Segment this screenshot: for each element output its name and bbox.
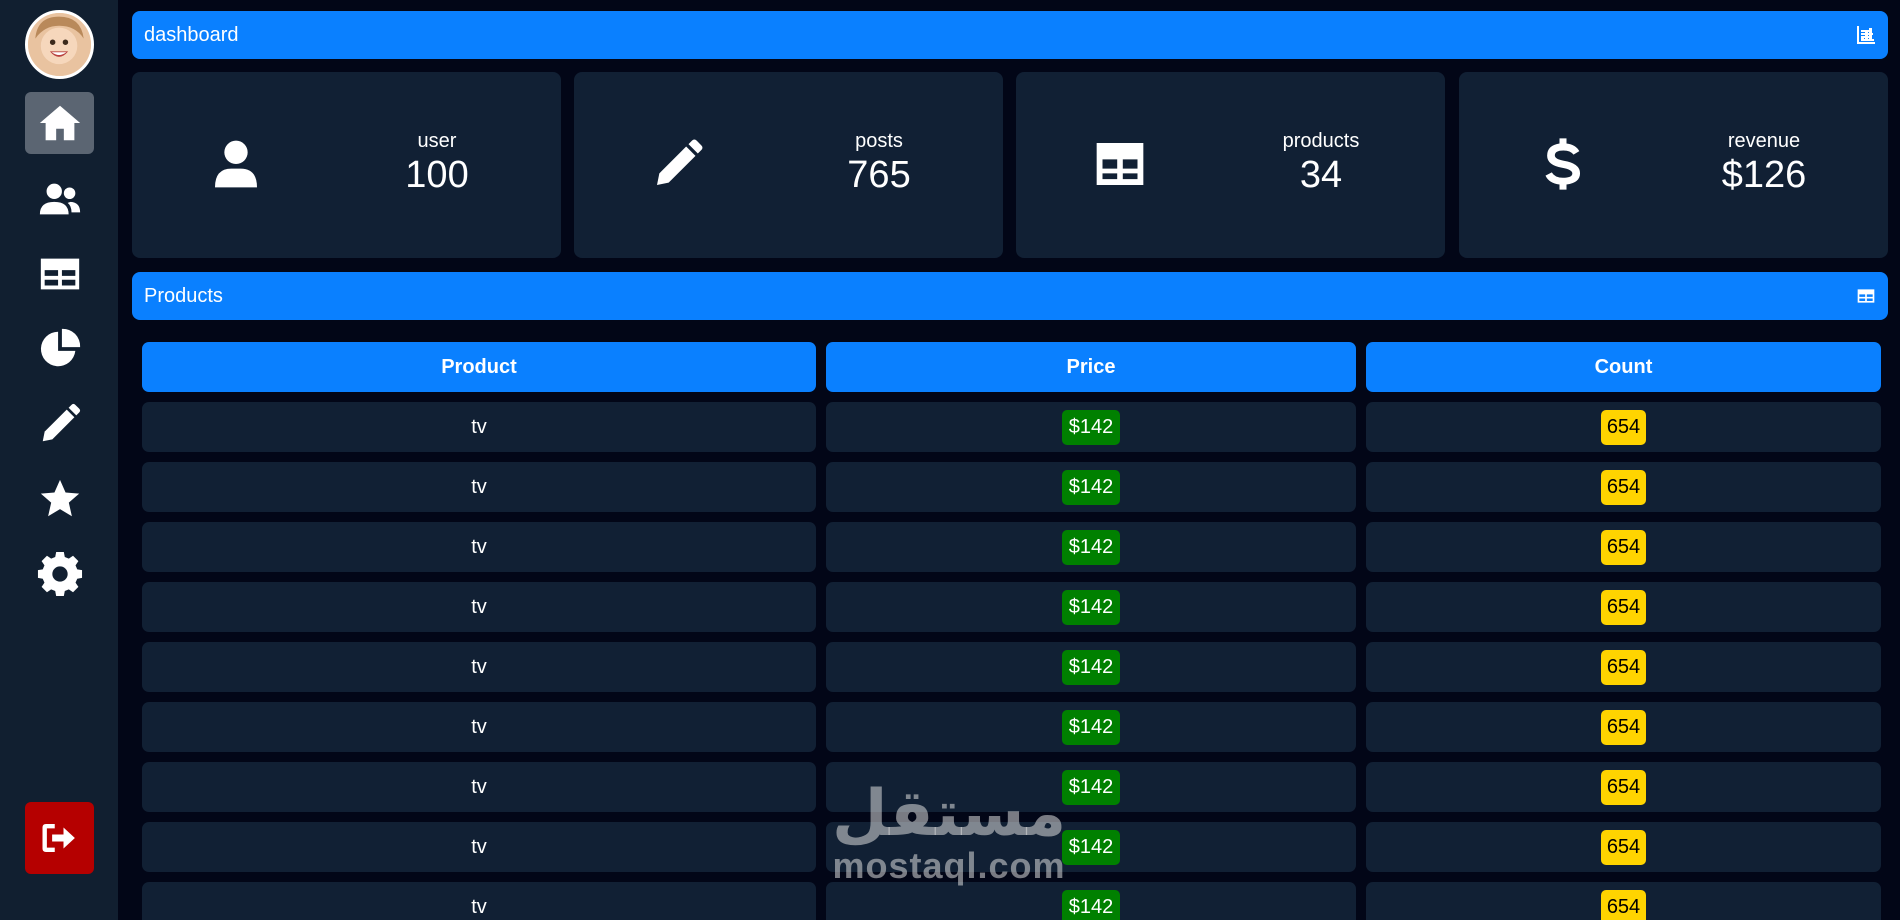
stat-value: 765 bbox=[847, 154, 911, 196]
avatar[interactable] bbox=[25, 10, 94, 79]
price-badge: $142 bbox=[1061, 529, 1121, 565]
price-badge: $142 bbox=[1061, 769, 1121, 805]
price-cell: $142 bbox=[826, 822, 1356, 872]
stat-value: 100 bbox=[405, 154, 469, 196]
sidebar-item-posts[interactable] bbox=[25, 393, 94, 455]
count-cell: 654 bbox=[1366, 822, 1881, 872]
dashboard-header: dashboard bbox=[132, 11, 1888, 59]
count-cell: 654 bbox=[1366, 762, 1881, 812]
pie-chart-icon bbox=[40, 328, 80, 367]
pencil-icon bbox=[42, 403, 80, 442]
sidebar-item-products[interactable] bbox=[25, 243, 94, 305]
product-name: tv bbox=[471, 655, 487, 678]
price-cell: $142 bbox=[826, 642, 1356, 692]
table-icon bbox=[40, 258, 79, 290]
sidebar-item-settings[interactable] bbox=[25, 543, 94, 605]
stat-label: user bbox=[417, 130, 457, 152]
product-name: tv bbox=[471, 775, 487, 798]
avatar-image bbox=[28, 13, 91, 76]
stat-card-revenue: revenue $126 bbox=[1459, 72, 1888, 258]
price-badge: $142 bbox=[1061, 409, 1121, 445]
section-title: Products bbox=[144, 284, 223, 307]
price-badge: $142 bbox=[1061, 709, 1121, 745]
price-cell: $142 bbox=[826, 582, 1356, 632]
stat-value: $126 bbox=[1721, 154, 1807, 196]
count-badge: 654 bbox=[1600, 589, 1647, 625]
table-icon[interactable] bbox=[1856, 286, 1876, 306]
column-header-price[interactable]: Price bbox=[826, 342, 1356, 392]
products-header: Products bbox=[132, 272, 1888, 320]
stat-card-products: products 34 bbox=[1016, 72, 1445, 258]
sidebar-item-home[interactable] bbox=[25, 92, 94, 154]
products-table: Product Price Count tv $142 654 tv $142 654 tv… bbox=[132, 332, 1888, 920]
product-cell: tv bbox=[142, 762, 816, 812]
logout-icon bbox=[42, 824, 75, 852]
dollar-icon bbox=[1531, 132, 1595, 196]
product-name: tv bbox=[471, 535, 487, 558]
page-title: dashboard bbox=[144, 23, 239, 46]
product-cell: tv bbox=[142, 402, 816, 452]
product-cell: tv bbox=[142, 882, 816, 920]
count-cell: 654 bbox=[1366, 642, 1881, 692]
star-icon bbox=[40, 479, 79, 517]
price-cell: $142 bbox=[826, 402, 1356, 452]
logout-button[interactable] bbox=[25, 802, 94, 874]
price-badge: $142 bbox=[1061, 469, 1121, 505]
user-icon bbox=[204, 132, 268, 196]
product-name: tv bbox=[471, 895, 487, 918]
bar-chart-icon[interactable] bbox=[1856, 25, 1876, 45]
stat-card-posts: posts 765 bbox=[574, 72, 1003, 258]
stat-label: revenue bbox=[1727, 130, 1801, 152]
product-cell: tv bbox=[142, 642, 816, 692]
sidebar bbox=[0, 0, 118, 920]
price-badge: $142 bbox=[1061, 649, 1121, 685]
product-name: tv bbox=[471, 715, 487, 738]
price-badge: $142 bbox=[1061, 589, 1121, 625]
product-name: tv bbox=[471, 835, 487, 858]
count-cell: 654 bbox=[1366, 582, 1881, 632]
product-name: tv bbox=[471, 595, 487, 618]
count-cell: 654 bbox=[1366, 702, 1881, 752]
count-cell: 654 bbox=[1366, 402, 1881, 452]
product-cell: tv bbox=[142, 522, 816, 572]
column-header-product[interactable]: Product bbox=[142, 342, 816, 392]
count-cell: 654 bbox=[1366, 522, 1881, 572]
stat-card-users: user 100 bbox=[132, 72, 561, 258]
count-cell: 654 bbox=[1366, 882, 1881, 920]
users-icon bbox=[39, 183, 80, 215]
pencil-icon bbox=[646, 132, 710, 196]
count-badge: 654 bbox=[1600, 469, 1647, 505]
sidebar-item-charts[interactable] bbox=[25, 318, 94, 380]
column-header-count[interactable]: Count bbox=[1366, 342, 1881, 392]
product-name: tv bbox=[471, 415, 487, 438]
home-icon bbox=[39, 105, 80, 141]
count-badge: 654 bbox=[1600, 409, 1647, 445]
count-badge: 654 bbox=[1600, 529, 1647, 565]
count-badge: 654 bbox=[1600, 769, 1647, 805]
count-badge: 654 bbox=[1600, 829, 1647, 865]
price-cell: $142 bbox=[826, 702, 1356, 752]
price-badge: $142 bbox=[1061, 889, 1121, 920]
stat-label: posts bbox=[855, 130, 903, 152]
product-cell: tv bbox=[142, 822, 816, 872]
stat-value: 34 bbox=[1299, 154, 1343, 196]
price-cell: $142 bbox=[826, 522, 1356, 572]
count-badge: 654 bbox=[1600, 649, 1647, 685]
sidebar-item-users[interactable] bbox=[25, 168, 94, 230]
product-cell: tv bbox=[142, 582, 816, 632]
price-cell: $142 bbox=[826, 882, 1356, 920]
count-cell: 654 bbox=[1366, 462, 1881, 512]
table-icon bbox=[1088, 132, 1152, 196]
product-cell: tv bbox=[142, 702, 816, 752]
product-name: tv bbox=[471, 475, 487, 498]
price-badge: $142 bbox=[1061, 829, 1121, 865]
gear-icon bbox=[37, 551, 82, 597]
price-cell: $142 bbox=[826, 462, 1356, 512]
sidebar-item-favorites[interactable] bbox=[25, 468, 94, 530]
price-cell: $142 bbox=[826, 762, 1356, 812]
product-cell: tv bbox=[142, 462, 816, 512]
stat-label: products bbox=[1282, 130, 1360, 152]
count-badge: 654 bbox=[1600, 709, 1647, 745]
count-badge: 654 bbox=[1600, 889, 1647, 920]
